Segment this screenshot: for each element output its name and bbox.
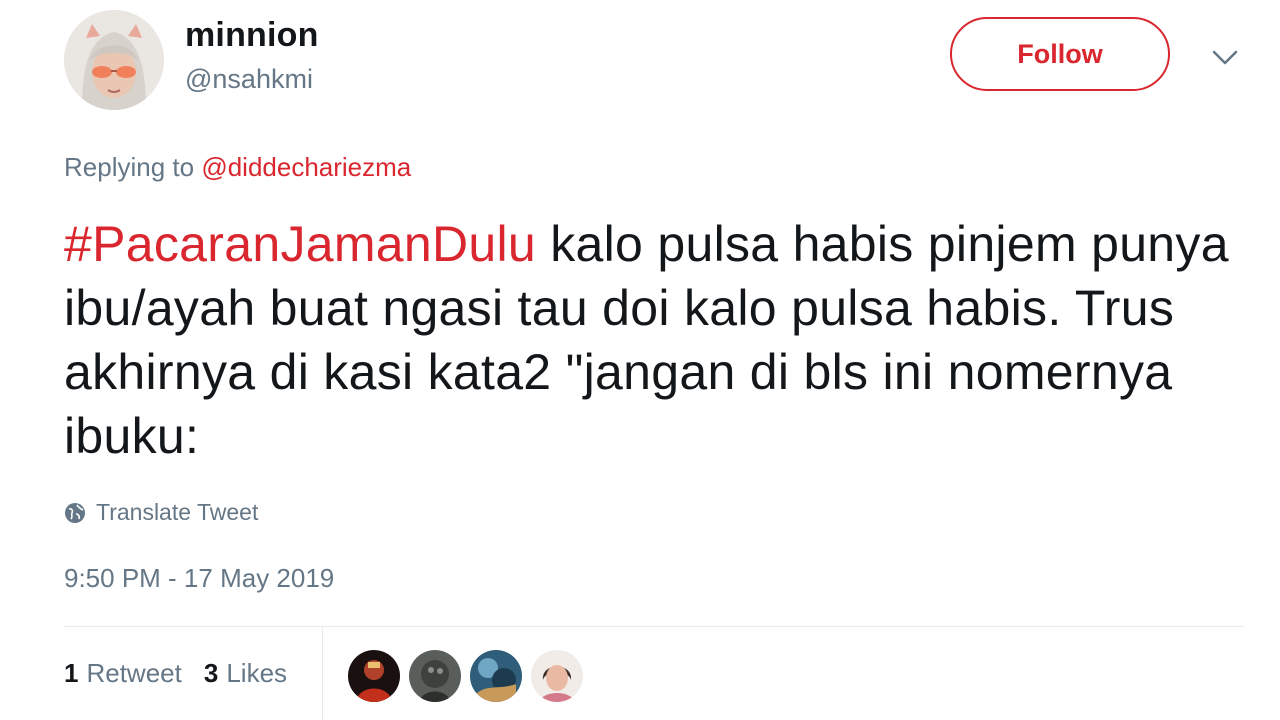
like-count: 3	[203, 658, 219, 688]
liker-avatar[interactable]	[348, 650, 400, 702]
avatar-image	[64, 10, 164, 110]
liker-avatar[interactable]	[531, 650, 583, 702]
liker-avatar-image	[531, 650, 583, 702]
liker-avatar-image	[409, 650, 461, 702]
tweet-card: minnion @nsahkmi Follow Replying to @did…	[0, 0, 1280, 720]
stats-divider	[322, 627, 323, 720]
tweet-timestamp[interactable]: 9:50 PM - 17 May 2019	[64, 563, 334, 594]
replying-to: Replying to @diddechariezma	[64, 152, 411, 183]
tweet-stats: 1 Retweet 3 Likes	[64, 658, 309, 689]
tweet-text: #PacaranJamanDulu kalo pulsa habis pinje…	[64, 212, 1244, 468]
reply-mention-link[interactable]: @diddechariezma	[201, 152, 411, 182]
liker-avatars	[348, 650, 592, 702]
liker-avatar-image	[348, 650, 400, 702]
follow-button[interactable]: Follow	[950, 17, 1170, 91]
liker-avatar-image	[470, 650, 522, 702]
retweet-count-link[interactable]: 1 Retweet	[64, 658, 182, 689]
author-display-name[interactable]: minnion	[185, 16, 319, 55]
divider	[64, 626, 1244, 627]
author-avatar[interactable]	[64, 10, 164, 110]
replying-to-label: Replying to	[64, 152, 195, 182]
likes-label: Likes	[226, 658, 288, 688]
liker-avatar[interactable]	[409, 650, 461, 702]
translate-tweet-label: Translate Tweet	[96, 499, 259, 525]
retweet-count: 1	[64, 658, 79, 688]
tweet-menu-button[interactable]	[1208, 44, 1242, 72]
chevron-down-icon	[1212, 50, 1238, 65]
hashtag-link[interactable]: #PacaranJamanDulu	[64, 216, 536, 272]
retweet-label: Retweet	[86, 658, 182, 688]
liker-avatar[interactable]	[470, 650, 522, 702]
author-handle[interactable]: @nsahkmi	[185, 64, 313, 95]
translate-tweet-link[interactable]: Translate Tweet	[64, 499, 258, 526]
globe-icon	[65, 502, 85, 523]
likes-count-link[interactable]: 3 Likes	[204, 658, 287, 689]
